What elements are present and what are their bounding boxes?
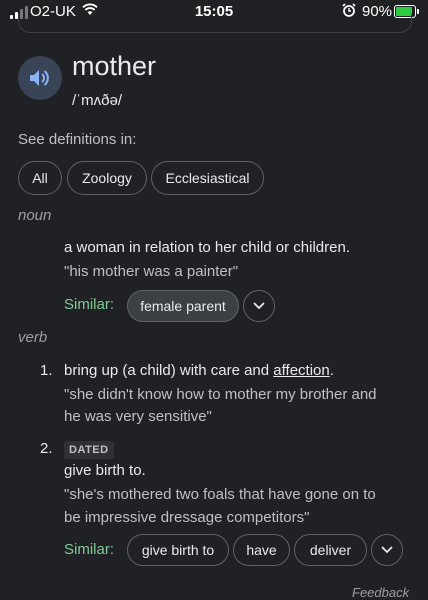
- headword: mother: [72, 51, 157, 81]
- verb-similar-expand-button[interactable]: [371, 534, 403, 566]
- feedback-link[interactable]: Feedback: [352, 585, 409, 600]
- phonetic: /ˈmʌðə/: [72, 92, 123, 109]
- pos-noun: noun: [18, 207, 52, 224]
- noun-definition: a woman in relation to her child or chil…: [64, 239, 350, 256]
- chip-all[interactable]: All: [18, 161, 62, 195]
- chevron-down-icon: [381, 546, 393, 554]
- previous-card-edge: [18, 14, 412, 33]
- sense-number: 2.: [40, 440, 53, 457]
- verb-sense-2-example-line-1: "she's mothered two foals that have gone…: [64, 486, 376, 503]
- verb-sense-1-example-line-1: "she didn't know how to mother my brothe…: [64, 386, 377, 403]
- verb-sense-2-example-line-2: be impressive dressage competitors": [64, 509, 310, 526]
- verb-sense-2-definition: give birth to.: [64, 462, 146, 479]
- similar-chip-give-birth-to[interactable]: give birth to: [127, 534, 229, 566]
- pos-verb: verb: [18, 329, 48, 346]
- similar-chip-deliver[interactable]: deliver: [294, 534, 367, 566]
- chevron-down-icon: [253, 302, 265, 310]
- noun-example: "his mother was a painter": [64, 263, 239, 280]
- verb-sense-1-example-line-2: he was very sensitive": [64, 408, 212, 425]
- similar-chip-have[interactable]: have: [233, 534, 290, 566]
- sense-number: 1.: [40, 362, 53, 379]
- chip-zoology[interactable]: Zoology: [67, 161, 147, 195]
- chip-ecclesiastical[interactable]: Ecclesiastical: [151, 161, 264, 195]
- similar-chip-female-parent[interactable]: female parent: [127, 290, 239, 322]
- see-definitions-label: See definitions in:: [18, 131, 137, 148]
- noun-similar-label: Similar:: [64, 296, 115, 313]
- affection-link[interactable]: affection: [273, 362, 329, 379]
- verb-similar-label: Similar:: [64, 541, 115, 558]
- noun-similar-expand-button[interactable]: [243, 290, 275, 322]
- speaker-button[interactable]: [18, 56, 62, 100]
- speaker-icon: [30, 70, 49, 86]
- dated-label: DATED: [64, 441, 114, 459]
- verb-sense-1-definition: bring up (a child) with care and affecti…: [64, 362, 334, 379]
